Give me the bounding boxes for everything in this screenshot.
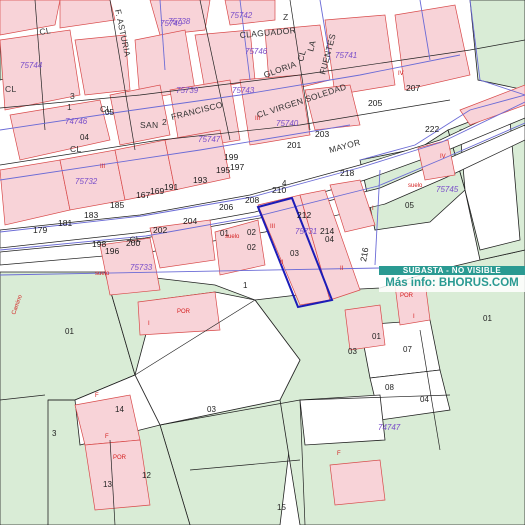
street-cl-left2: CL xyxy=(39,25,52,37)
num-181: 181 xyxy=(58,218,72,228)
red-por-3: POR xyxy=(113,455,127,461)
parcel-ref-75732: 75732 xyxy=(75,177,98,186)
num-197: 197 xyxy=(230,162,244,172)
num-183: 183 xyxy=(84,210,98,220)
num-12: 12 xyxy=(142,471,151,480)
num-05b: 05 xyxy=(105,108,114,117)
num-205: 205 xyxy=(368,98,382,108)
street-1: 1 xyxy=(67,102,72,112)
num-203: 203 xyxy=(315,129,329,139)
num-03a: 03 xyxy=(290,249,299,258)
red-f-3: F xyxy=(105,434,109,440)
num-201: 201 xyxy=(287,140,301,150)
num-04a: 04 xyxy=(325,235,334,244)
parcel-ref-75746: 75746 xyxy=(245,47,268,56)
red-f-2: F xyxy=(337,451,341,457)
num-07: 07 xyxy=(403,345,412,354)
num-03b: 03 xyxy=(207,405,216,414)
block-zh xyxy=(344,304,386,351)
num-204: 204 xyxy=(183,216,197,226)
num-169: 169 xyxy=(150,186,164,196)
parcel-ref-75739: 75739 xyxy=(176,86,199,95)
num-01b: 01 xyxy=(483,314,492,323)
parcel-ref-75745: 75745 xyxy=(436,185,459,194)
parcel-ref-75731: 75731 xyxy=(295,227,317,236)
street-3: 3 xyxy=(70,91,75,101)
num-207: 207 xyxy=(406,83,420,93)
num-15: 15 xyxy=(277,503,286,512)
cadastral-map: MAYOR CL CL CL CL CL VIRGEN SOLEDAD GLOR… xyxy=(0,0,525,525)
num-1: 1 xyxy=(243,281,248,290)
red-iv-1: IV xyxy=(398,71,404,77)
num-08: 08 xyxy=(385,383,394,392)
num-01c: 01 xyxy=(372,332,381,341)
red-ii-2: II xyxy=(280,260,284,266)
num-196: 196 xyxy=(105,246,119,256)
num-179: 179 xyxy=(33,225,47,235)
street-cl-left: CL xyxy=(5,84,16,94)
red-iii-2: III xyxy=(100,164,105,170)
num-3: 3 xyxy=(52,429,57,438)
red-suelo-3: suelo xyxy=(95,271,110,277)
num-193: 193 xyxy=(193,175,207,185)
num-222: 222 xyxy=(425,124,439,134)
num-212: 212 xyxy=(297,210,311,220)
num-14: 14 xyxy=(115,405,124,414)
num-04c: 04 xyxy=(80,133,89,142)
parcel-ref-75742: 75742 xyxy=(230,11,253,20)
num-02a: 02 xyxy=(247,228,256,237)
block-ze xyxy=(84,439,151,511)
red-iii-3: III xyxy=(270,224,275,230)
num-198: 198 xyxy=(92,239,106,249)
red-suelo-2: suelo xyxy=(225,234,240,240)
banner-status: SUBASTA - NO VISIBLE xyxy=(379,266,525,275)
num-13: 13 xyxy=(103,480,112,489)
num-04b: 04 xyxy=(420,395,429,404)
red-por-2: POR xyxy=(400,293,414,299)
num-200: 200 xyxy=(126,238,140,248)
num-03c: 03 xyxy=(348,347,357,356)
parcel-ref-75743: 75743 xyxy=(232,86,255,95)
num-4: 4 xyxy=(282,179,287,188)
street-san: SAN xyxy=(140,120,158,130)
num-167: 167 xyxy=(136,190,150,200)
red-f-1: F xyxy=(95,393,99,399)
red-ii-1: II xyxy=(340,266,344,272)
num-02b: 02 xyxy=(247,243,256,252)
parcel-ref-74746: 74746 xyxy=(65,117,88,126)
num-218: 218 xyxy=(340,168,354,178)
parcel-ref-75747: 75747 xyxy=(198,135,221,144)
banner-info-link[interactable]: Más info: BHORUS.COM xyxy=(379,275,525,292)
num-05a: 05 xyxy=(405,201,414,210)
red-suelo-1: suelo xyxy=(408,183,423,189)
parcel-ref-75740: 75740 xyxy=(276,119,299,128)
num-206: 206 xyxy=(219,202,233,212)
parcel-ref-75738: 75738 xyxy=(168,17,191,26)
num-191: 191 xyxy=(164,182,178,192)
block-zf xyxy=(329,459,386,506)
red-iii-1: III xyxy=(255,116,260,122)
num-202: 202 xyxy=(153,225,167,235)
parcel-ref-75733: 75733 xyxy=(130,263,153,272)
num-185: 185 xyxy=(110,200,124,210)
num-208: 208 xyxy=(245,195,259,205)
street-cl-c: CL xyxy=(70,144,81,154)
parcel-white-right-3 xyxy=(299,394,386,446)
num-01a: 01 xyxy=(65,327,74,336)
street-2: 2 xyxy=(162,117,167,127)
parcel-ref-75741: 75741 xyxy=(335,51,357,60)
block-m xyxy=(109,84,171,146)
num-199: 199 xyxy=(224,152,238,162)
parcel-ref-74747: 74747 xyxy=(378,423,401,432)
red-iv-2: IV xyxy=(440,154,446,160)
auction-banner[interactable]: SUBASTA - NO VISIBLE Más info: BHORUS.CO… xyxy=(379,266,525,292)
num-195: 195 xyxy=(216,165,230,175)
street-aguador-suffix: Z xyxy=(283,12,289,22)
parcel-ref-75744: 75744 xyxy=(20,61,43,70)
red-por-1: POR xyxy=(177,309,191,315)
